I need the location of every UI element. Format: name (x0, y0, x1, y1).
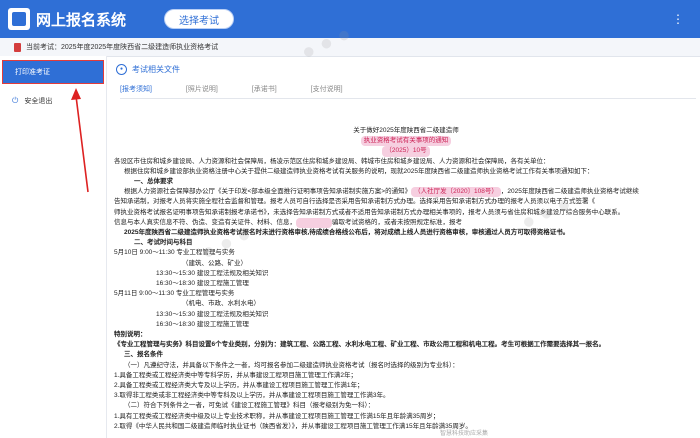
tab-notice[interactable]: [报考须知] (120, 84, 152, 98)
top-bar: 网上报名系统 选择考试 ⋮ (0, 0, 700, 38)
document-icon (14, 42, 21, 52)
notice-line: （机电、市政、水利水电） (182, 300, 260, 308)
notice-line: 2025年度陕西省二级建造师执业资格考试报名时未进行资格审核,待成绩合格线公布后… (124, 229, 570, 237)
notice-document: 关于做好2025年度陕西省二级建造师 执业资格考试有关事项的通知 （2025）1… (112, 120, 700, 438)
notice-line: 16:30～18:30 建设工程施工管理 (156, 280, 249, 288)
notice-line: 13:30～15:30 建设工程法规及相关知识 (156, 269, 269, 277)
notice-doc-no: （2025）10号 (382, 146, 430, 157)
notice-line: 16:30～18:30 建设工程施工管理 (156, 320, 249, 328)
sidebar-item-logout[interactable]: ⏻ 安全退出 (0, 90, 106, 112)
notice-line: 信息与本人真实信息不符、伪造、变造有关证件、材料、信息， (114, 218, 296, 226)
notice-ref-no: （人社厅发〔2020〕108号） (411, 187, 501, 198)
notice-line: 2.取得《中华人民共和国二级建造师临时执业证书（陕西省发）》，并从事建设工程项目… (114, 422, 472, 430)
document-tabs: [报考须知] [照片说明] [承诺书] [支付说明] (120, 84, 696, 99)
notice-subtitle: 执业资格考试有关事项的通知 (360, 136, 452, 147)
notice-line: 5月11日 9:00～11:30 专业工程管理与实务 (114, 290, 235, 298)
notice-line: 根据人力资源社会保障部办公厅《关于印发<部本级全面推行证明事项告知承诺制实施方案… (124, 188, 412, 196)
notice-line: ，2025年度陕西省二级建造师执业资格考试继续 (500, 188, 639, 196)
sidebar: 打印准考证 ⏻ 安全退出 (0, 56, 107, 438)
notice-line: （一）凡遵纪守法，并具备以下条件之一者，均可报名参加二级建造师执业资格考试（报名… (124, 361, 459, 369)
tab-photo[interactable]: [照片说明] (186, 84, 218, 98)
power-icon: ⏻ (12, 96, 19, 105)
notice-title: 关于做好2025年度陕西省二级建造师 (353, 127, 459, 134)
sidebar-item-label: 安全退出 (24, 98, 53, 105)
app-logo-icon (8, 8, 30, 30)
notice-line: 根据住房和城乡建设部执业资格注册中心关于提供二级建造师执业资格考试有关服务的说明… (124, 167, 594, 175)
tab-pledge[interactable]: [承诺书] (252, 84, 277, 98)
sidebar-item-print-admission[interactable]: 打印准考证 (2, 60, 104, 84)
section-header: ● 考试相关文件 (116, 60, 700, 78)
current-exam-bar: 当前考试：2025年度2025年度陕西省二级建造师执业资格考试 (0, 38, 700, 57)
notice-line: 告知承诺制，对报考人员将实施全程社会监督和管理。报考人员可自行选择是否采用告知承… (114, 198, 595, 206)
notice-line: 13:30～15:30 建设工程法规及相关知识 (156, 310, 269, 318)
notice-line: 3.取得非工程类或非工程经济类中等专科及以上学历，并从事建设工程项目施工管理工作… (114, 392, 390, 400)
notice-line: （二）符合下列条件之一者，可免试《建设工程施工管理》科目（报考级别为免一科）： (124, 402, 375, 410)
info-icon: ● (116, 63, 127, 75)
section-title: 考试相关文件 (132, 64, 180, 74)
notice-line: 1.具备工程类或工程经济类中等专科学历，并从事建设工程项目施工管理工作满2年； (114, 371, 358, 379)
app-title: 网上报名系统 (36, 11, 127, 29)
footer-mark: 智慧科技助应采集 (440, 431, 489, 437)
notice-line: （建筑、公路、矿业） (182, 259, 247, 267)
select-exam-button[interactable]: 选择考试 (164, 9, 235, 29)
current-exam-text: 当前考试：2025年度2025年度陕西省二级建造师执业资格考试 (26, 44, 219, 51)
notice-heading: 三、报名条件 (124, 351, 163, 359)
notice-heading: 特别说明： (114, 331, 147, 339)
notice-heading: 一、总体要求 (134, 178, 173, 186)
notice-line: 《专业工程管理与实务》科目设置6个专业类别，分别为：建筑工程、公路工程、水利水电… (114, 341, 606, 349)
user-menu-icon[interactable]: ⋮ (672, 12, 686, 26)
notice-heading: 二、考试时间与科目 (134, 239, 193, 247)
main-content: ● 考试相关文件 [报考须知] [照片说明] [承诺书] [支付说明] 关于做好… (112, 60, 700, 438)
notice-line: 师执业资格考试报名证明事项告知承诺制报考承诺书》，未选择告知承诺制方式或者不适用… (114, 208, 625, 216)
notice-line: 2.具备工程类或工程经济类大专及以上学历，并从事建设工程项目施工管理工作满1年； (114, 382, 364, 390)
notice-line: 5月10日 9:00～11:30 专业工程管理与实务 (114, 249, 235, 257)
tab-payment[interactable]: [支付说明] (311, 84, 343, 98)
notice-line: 1.具有工程类或工程经济类中级及以上专业技术职称，并从事建设工程项目施工管理工作… (114, 412, 440, 420)
notice-line: 各设区市住房和城乡建设局、人力资源和社会保障局，杨凌示范区住房和城乡建设局、韩城… (114, 157, 550, 165)
notice-line: 骗取考试资格的，或者未按照规定标准，报考 (332, 218, 462, 226)
sidebar-item-label: 打印准考证 (15, 69, 50, 76)
